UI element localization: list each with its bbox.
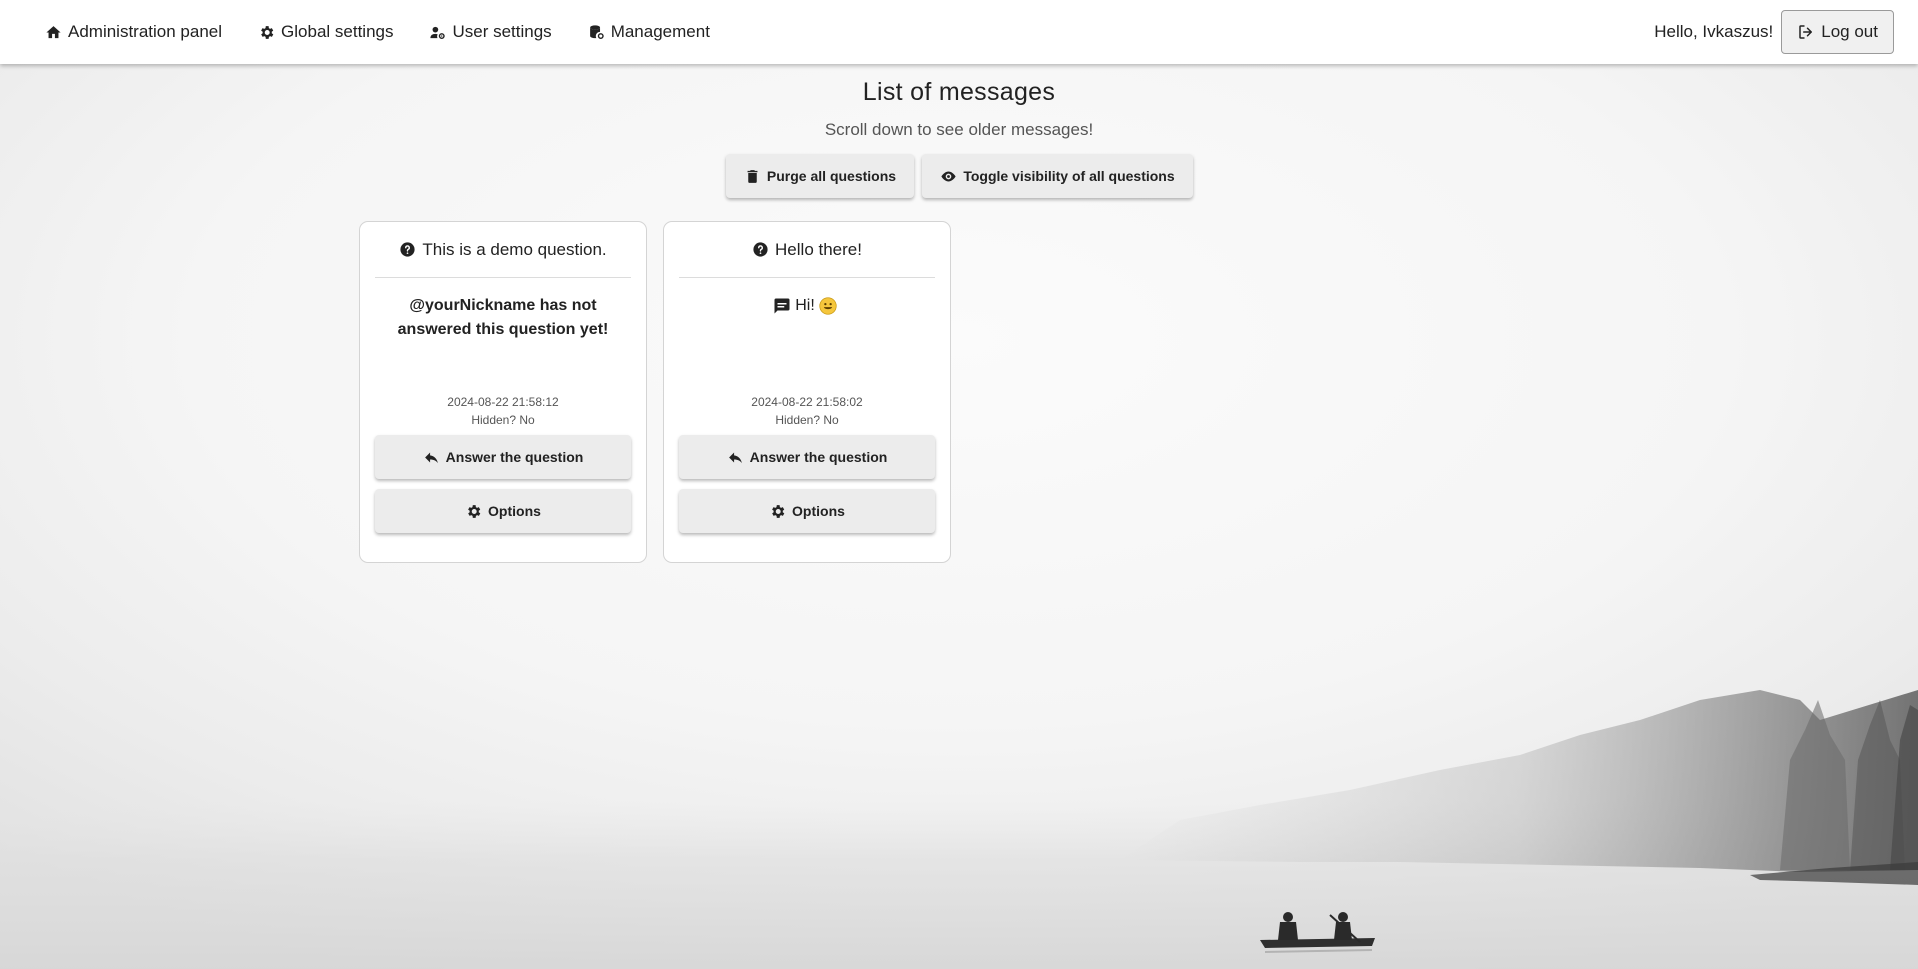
card-meta: 2024-08-22 21:58:02 Hidden? No xyxy=(664,393,950,429)
logout-icon xyxy=(1799,25,1813,39)
purge-all-questions-button[interactable]: Purge all questions xyxy=(726,154,914,198)
nav-item-label: User settings xyxy=(452,22,552,41)
nav-links: Administration panel Global settings Use… xyxy=(32,10,733,54)
user-gear-icon xyxy=(430,26,446,39)
top-navbar: Administration panel Global settings Use… xyxy=(0,0,1918,64)
gear-icon xyxy=(261,25,274,39)
card-body: Hi! xyxy=(676,294,938,318)
options-label: Options xyxy=(488,503,541,519)
nav-item-global-settings[interactable]: Global settings xyxy=(245,10,406,54)
trash-icon xyxy=(747,169,758,183)
hidden-status: Hidden? No xyxy=(471,413,535,427)
user-greeting: Hello, Ivkaszus! xyxy=(1654,22,1774,41)
question-circle-icon xyxy=(753,242,768,257)
unanswered-notice: @yourNickname has not answered this ques… xyxy=(397,297,609,338)
home-icon xyxy=(46,25,61,38)
logout-label: Log out xyxy=(1821,22,1878,41)
chat-icon xyxy=(774,298,790,314)
options-button[interactable]: Options xyxy=(375,489,631,533)
timestamp: 2024-08-22 21:58:12 xyxy=(447,395,559,409)
gear-icon xyxy=(772,504,785,518)
card-meta: 2024-08-22 21:58:12 Hidden? No xyxy=(360,393,646,429)
page-subtitle: Scroll down to see older messages! xyxy=(824,120,1094,139)
nav-item-label: Global settings xyxy=(281,22,394,41)
reply-icon xyxy=(424,452,438,463)
smiley-emoji-icon xyxy=(819,297,837,315)
logout-button[interactable]: Log out xyxy=(1781,10,1894,54)
eye-icon xyxy=(941,171,956,181)
answer-content: Hi! xyxy=(795,297,815,314)
question-circle-icon xyxy=(400,242,415,257)
reply-icon xyxy=(728,452,742,463)
database-gear-icon xyxy=(589,24,604,39)
message-card: Hello there! Hi! 2024-08-22 21:58:02 Hid… xyxy=(663,221,951,563)
page-title: List of messages xyxy=(862,78,1056,106)
answer-question-button[interactable]: Answer the question xyxy=(679,435,935,479)
question-text: This is a demo question. xyxy=(422,239,607,259)
answer-label: Answer the question xyxy=(749,449,888,465)
nav-item-label: Administration panel xyxy=(68,22,223,41)
toggle-label: Toggle visibility of all questions xyxy=(963,168,1175,184)
card-header: This is a demo question. xyxy=(375,222,631,278)
hidden-status: Hidden? No xyxy=(775,413,839,427)
toggle-visibility-button[interactable]: Toggle visibility of all questions xyxy=(922,154,1193,198)
answer-label: Answer the question xyxy=(445,449,584,465)
card-body: @yourNickname has not answered this ques… xyxy=(372,294,634,342)
nav-item-administration-panel[interactable]: Administration panel xyxy=(32,10,235,54)
question-text: Hello there! xyxy=(775,239,862,259)
nav-item-label: Management xyxy=(610,22,710,41)
nav-item-user-settings[interactable]: User settings xyxy=(416,10,564,54)
nav-user-area: Hello, Ivkaszus! Log out xyxy=(1654,10,1894,54)
answer-question-button[interactable]: Answer the question xyxy=(375,435,631,479)
timestamp: 2024-08-22 21:58:02 xyxy=(751,395,863,409)
card-header: Hello there! xyxy=(679,222,935,278)
message-card: This is a demo question. @yourNickname h… xyxy=(359,221,647,563)
answer-text: Hi! xyxy=(676,294,938,318)
gear-icon xyxy=(468,504,481,518)
nav-item-management[interactable]: Management xyxy=(575,10,723,54)
options-button[interactable]: Options xyxy=(679,489,935,533)
options-label: Options xyxy=(792,503,845,519)
purge-label: Purge all questions xyxy=(766,168,897,184)
background-landscape xyxy=(0,690,1918,969)
